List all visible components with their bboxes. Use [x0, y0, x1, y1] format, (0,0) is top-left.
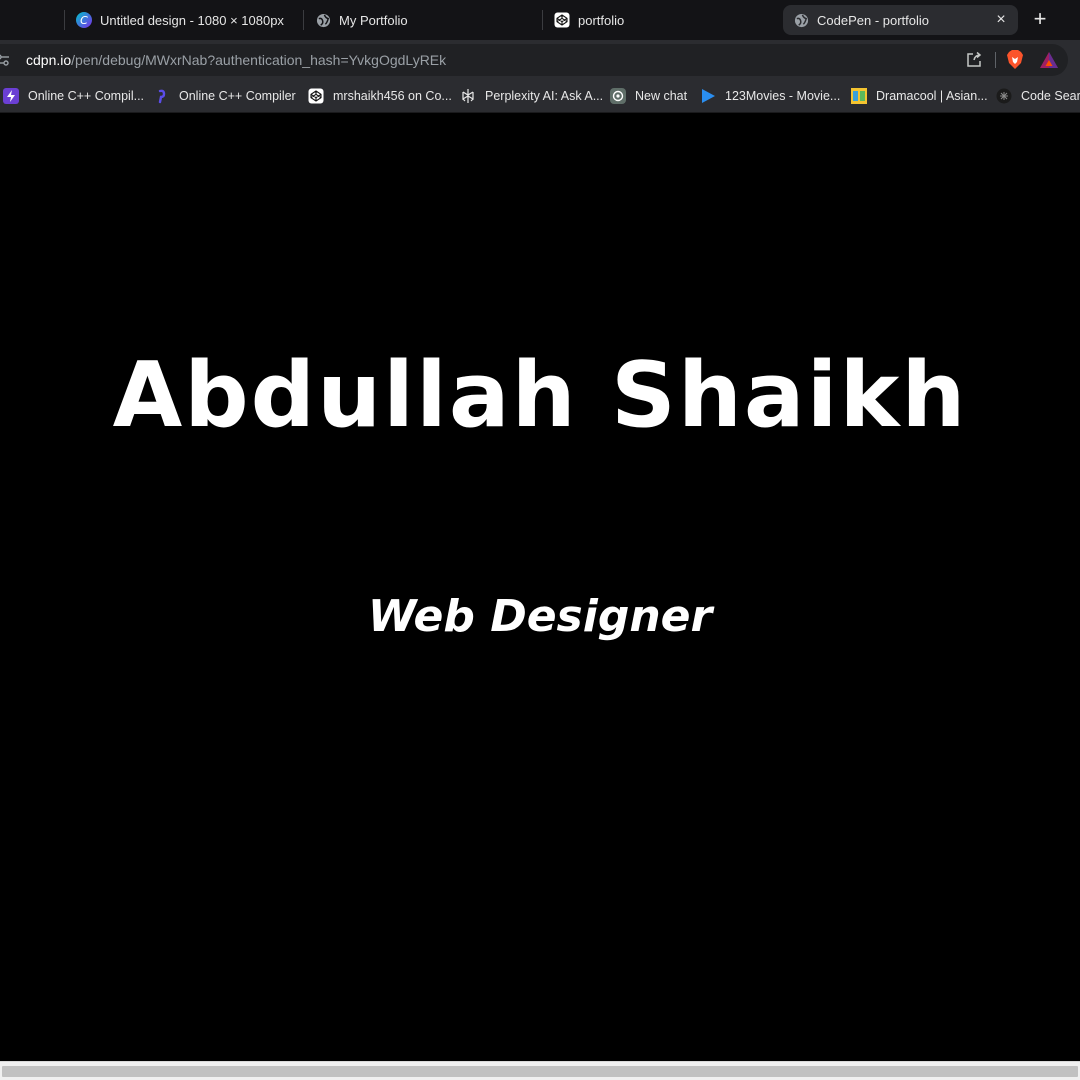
codepen-icon: [308, 88, 324, 104]
site-settings-icon[interactable]: [0, 53, 10, 67]
share-icon[interactable]: [965, 51, 983, 69]
programiz-icon: [154, 88, 170, 104]
bookmark-label: 123Movies - Movie...: [725, 89, 841, 103]
close-icon[interactable]: ×: [992, 11, 1010, 29]
tab-my-portfolio[interactable]: My Portfolio: [307, 5, 541, 35]
bookmark-label: mrshaikh456 on Co...: [333, 89, 452, 103]
bookmark-label: Online C++ Compil...: [28, 89, 145, 103]
bookmark-codepen-profile[interactable]: mrshaikh456 on Co...: [308, 85, 452, 107]
play-icon: [700, 88, 716, 104]
tab-title: Untitled design - 1080 × 1080px: [100, 12, 284, 28]
tab-portfolio[interactable]: portfolio: [546, 5, 780, 35]
bookmark-123movies[interactable]: 123Movies - Movie...: [700, 85, 840, 107]
brave-rewards-icon[interactable]: [1039, 51, 1059, 69]
svg-text:C: C: [80, 14, 88, 27]
bookmark-new-chat[interactable]: New chat: [610, 85, 687, 107]
tab-strip: C Untitled design - 1080 × 1080px My Por…: [0, 0, 1080, 40]
tab-untitled-design[interactable]: C Untitled design - 1080 × 1080px: [68, 5, 302, 35]
url-path: /pen/debug/MWxrNab?authentication_hash=Y…: [71, 52, 447, 68]
bookmark-label: Dramacool | Asian...: [876, 89, 988, 103]
tab-title: CodePen - portfolio: [817, 12, 930, 28]
tab-codepen-portfolio[interactable]: CodePen - portfolio ×: [783, 5, 1018, 35]
bookmark-dramacool[interactable]: Dramacool | Asian...: [851, 85, 988, 107]
bookmark-online-cpp-compiler-2[interactable]: Online C++ Compiler: [154, 85, 296, 107]
tab-title: portfolio: [578, 12, 625, 28]
chatgpt-icon: [610, 88, 626, 104]
scrollbar-thumb[interactable]: [2, 1066, 1078, 1077]
horizontal-scrollbar[interactable]: [0, 1061, 1080, 1080]
url-text: cdpn.io/pen/debug/MWxrNab?authentication…: [26, 52, 446, 68]
new-tab-button[interactable]: +: [1029, 8, 1051, 31]
portfolio-role: Web Designer: [367, 591, 713, 642]
globe-icon: [793, 12, 809, 28]
portfolio-name: Abdullah Shaikh: [112, 343, 968, 448]
tab-separator: [64, 10, 65, 30]
code-search-icon: [996, 88, 1012, 104]
bookmark-perplexity[interactable]: Perplexity AI: Ask A...: [460, 85, 603, 107]
bookmark-label: Perplexity AI: Ask A...: [485, 89, 604, 103]
globe-icon: [315, 12, 331, 28]
divider: [995, 52, 996, 68]
codepen-icon: [554, 12, 570, 28]
browser-toolbar: cdpn.io/pen/debug/MWxrNab?authentication…: [0, 40, 1080, 80]
portfolio-page: Abdullah Shaikh Web Designer: [0, 113, 1080, 1061]
lightning-icon: [3, 88, 19, 104]
bookmark-label: Code Search: [1021, 89, 1080, 103]
brave-shields-icon[interactable]: [1006, 50, 1024, 70]
bookmarks-bar: Online C++ Compil... Online C++ Compiler…: [0, 80, 1080, 113]
perplexity-icon: [460, 88, 476, 104]
bookmark-online-cpp-compiler-1[interactable]: Online C++ Compil...: [3, 85, 144, 107]
dramacool-icon: [851, 88, 867, 104]
bookmark-label: New chat: [635, 89, 688, 103]
tab-separator: [303, 10, 304, 30]
bookmark-label: Online C++ Compiler: [179, 89, 296, 103]
tab-title: My Portfolio: [339, 12, 408, 28]
tab-separator: [542, 10, 543, 30]
canva-icon: C: [76, 12, 92, 28]
url-host: cdpn.io: [26, 52, 72, 68]
bookmark-code-search[interactable]: Code Search: [996, 85, 1080, 107]
address-bar[interactable]: cdpn.io/pen/debug/MWxrNab?authentication…: [0, 44, 1068, 76]
